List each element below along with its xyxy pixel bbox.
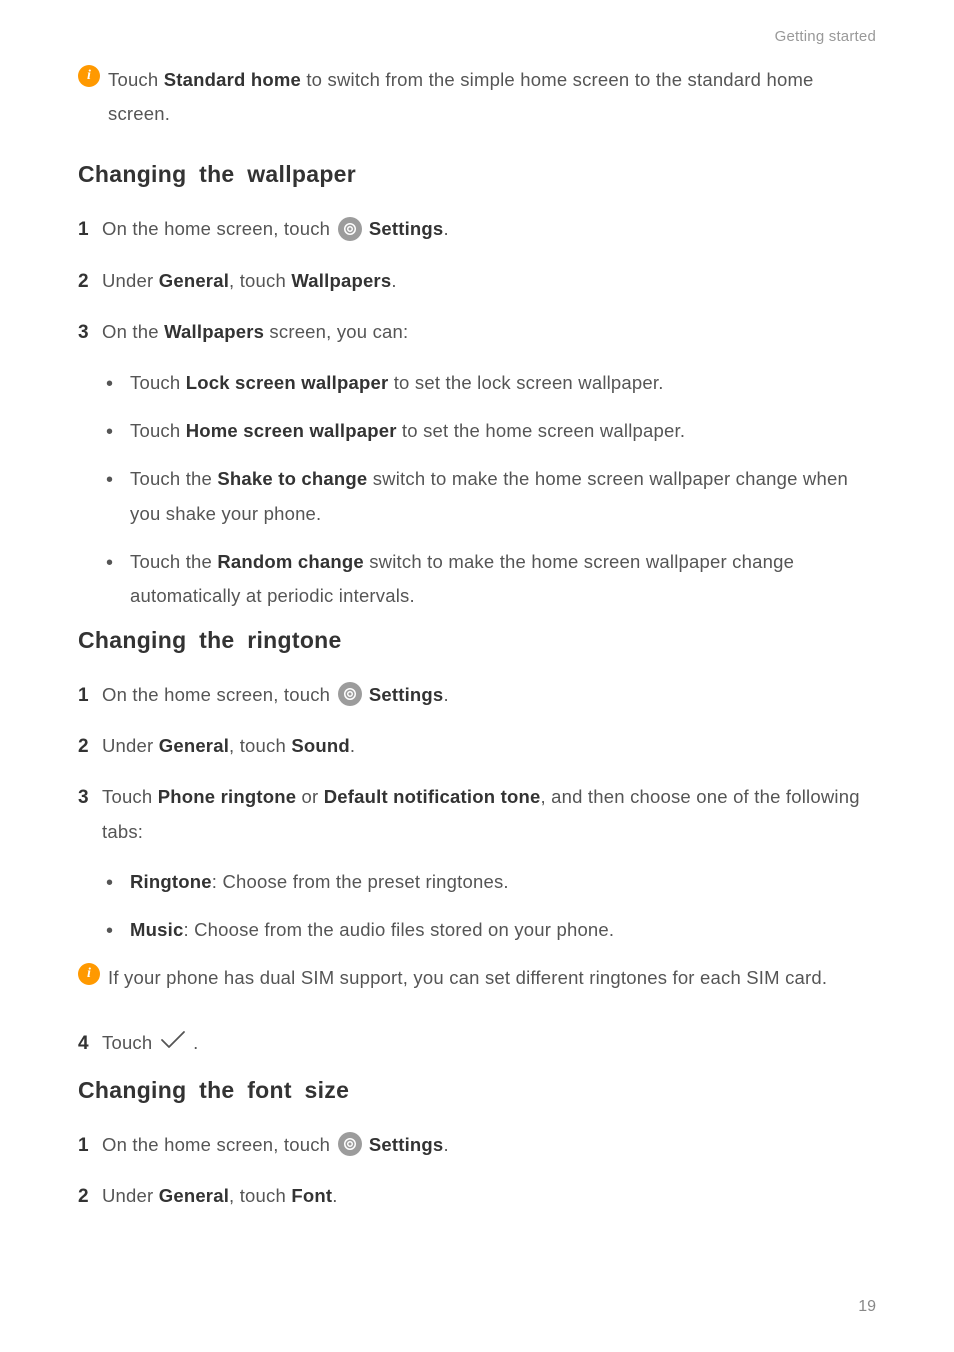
step-text-mid: , touch xyxy=(229,735,291,756)
list-item: Touch the Random change switch to make t… xyxy=(106,545,876,613)
page-header: Getting started xyxy=(78,28,876,45)
settings-icon xyxy=(338,682,362,706)
step-1-ringtone: 1 On the home screen, touch Settings. xyxy=(78,678,876,713)
step-text-b1: Phone ringtone xyxy=(158,786,296,807)
bullet-text-bold: Home screen wallpaper xyxy=(186,420,397,441)
info-note-1: i Touch Standard home to switch from the… xyxy=(78,63,876,131)
list-item: Touch the Shake to change switch to make… xyxy=(106,462,876,530)
section-title-ringtone: Changing the ringtone xyxy=(78,627,876,654)
bullet-text-post: : Choose from the preset ringtones. xyxy=(212,871,509,892)
list-item: Ringtone: Choose from the preset rington… xyxy=(106,865,876,899)
step-number: 2 xyxy=(78,729,102,764)
step-text-bold: Wallpapers xyxy=(164,321,264,342)
checkmark-icon xyxy=(160,1027,186,1061)
step-text-post: screen, you can: xyxy=(264,321,408,342)
bullet-text-bold: Random change xyxy=(217,551,364,572)
step-2-font: 2 Under General, touch Font. xyxy=(78,1179,876,1214)
step-text-b1: General xyxy=(159,270,229,291)
page-content: Getting started i Touch Standard home to… xyxy=(0,0,954,1214)
settings-icon xyxy=(338,1132,362,1156)
step-text-bold: Settings xyxy=(369,1134,444,1155)
note1-text-pre: Touch xyxy=(108,69,164,90)
info-note-2: i If your phone has dual SIM support, yo… xyxy=(78,961,876,995)
step-1-wallpaper: 1 On the home screen, touch Settings. xyxy=(78,212,876,247)
bullet-text-bold: Music xyxy=(130,919,183,940)
bullet-text-post: to set the home screen wallpaper. xyxy=(397,420,686,441)
step-3-ringtone: 3 Touch Phone ringtone or Default notifi… xyxy=(78,780,876,848)
step-number: 1 xyxy=(78,212,102,247)
step-number: 2 xyxy=(78,264,102,299)
bullet-text: Touch xyxy=(130,420,186,441)
step-text-bold: Settings xyxy=(369,218,444,239)
step-number: 3 xyxy=(78,780,102,815)
step-2-wallpaper: 2 Under General, touch Wallpapers. xyxy=(78,264,876,299)
list-item: Touch Lock screen wallpaper to set the l… xyxy=(106,366,876,400)
step-text-mid: , touch xyxy=(229,270,291,291)
step-text-mid: , touch xyxy=(229,1185,291,1206)
section-title-wallpaper: Changing the wallpaper xyxy=(78,161,876,188)
step-text-post: . xyxy=(443,684,448,705)
bullet-text-bold: Ringtone xyxy=(130,871,212,892)
list-item: Touch Home screen wallpaper to set the h… xyxy=(106,414,876,448)
step-text: Under xyxy=(102,735,159,756)
info-icon: i xyxy=(78,65,100,87)
step-text-b2: Sound xyxy=(291,735,350,756)
settings-icon xyxy=(338,217,362,241)
step-text: Under xyxy=(102,270,159,291)
ringtone-bullet-list: Ringtone: Choose from the preset rington… xyxy=(78,865,876,947)
bullet-text-post: to set the lock screen wallpaper. xyxy=(388,372,663,393)
step-text: Touch xyxy=(102,786,158,807)
info-icon: i xyxy=(78,963,100,985)
step-text-post: . xyxy=(350,735,355,756)
step-text-b2: Font xyxy=(291,1185,332,1206)
step-number: 4 xyxy=(78,1026,102,1061)
step-text-b1: General xyxy=(159,1185,229,1206)
bullet-text-post: : Choose from the audio files stored on … xyxy=(183,919,614,940)
page-number: 19 xyxy=(858,1298,876,1316)
step-text: On the home screen, touch xyxy=(102,218,336,239)
step-text: On the home screen, touch xyxy=(102,684,336,705)
step-3-wallpaper: 3 On the Wallpapers screen, you can: xyxy=(78,315,876,350)
bullet-text: Touch the xyxy=(130,551,217,572)
step-1-font: 1 On the home screen, touch Settings. xyxy=(78,1128,876,1163)
bullet-text: Touch xyxy=(130,372,186,393)
step-text-mid: or xyxy=(296,786,324,807)
bullet-text-bold: Shake to change xyxy=(217,468,367,489)
step-text-bold: Settings xyxy=(369,684,444,705)
step-text: Touch xyxy=(102,1032,158,1053)
step-2-ringtone: 2 Under General, touch Sound. xyxy=(78,729,876,764)
step-text-post: . xyxy=(332,1185,337,1206)
step-text-post: . xyxy=(391,270,396,291)
step-text-post: . xyxy=(443,218,448,239)
step-number: 1 xyxy=(78,678,102,713)
step-4-ringtone: 4 Touch . xyxy=(78,1026,876,1061)
step-text: On the xyxy=(102,321,164,342)
step-number: 1 xyxy=(78,1128,102,1163)
step-number: 2 xyxy=(78,1179,102,1214)
note2-text: If your phone has dual SIM support, you … xyxy=(108,961,827,995)
step-text-b2: Default notification tone xyxy=(324,786,541,807)
step-text-post: . xyxy=(443,1134,448,1155)
step-text-b2: Wallpapers xyxy=(291,270,391,291)
step-text: Under xyxy=(102,1185,159,1206)
step-text-b1: General xyxy=(159,735,229,756)
note1-text-bold: Standard home xyxy=(164,69,301,90)
step-text: On the home screen, touch xyxy=(102,1134,336,1155)
step-text-post: . xyxy=(193,1032,198,1053)
bullet-text: Touch the xyxy=(130,468,217,489)
wallpaper-bullet-list: Touch Lock screen wallpaper to set the l… xyxy=(78,366,876,613)
list-item: Music: Choose from the audio files store… xyxy=(106,913,876,947)
step-number: 3 xyxy=(78,315,102,350)
section-title-font: Changing the font size xyxy=(78,1077,876,1104)
bullet-text-bold: Lock screen wallpaper xyxy=(186,372,389,393)
